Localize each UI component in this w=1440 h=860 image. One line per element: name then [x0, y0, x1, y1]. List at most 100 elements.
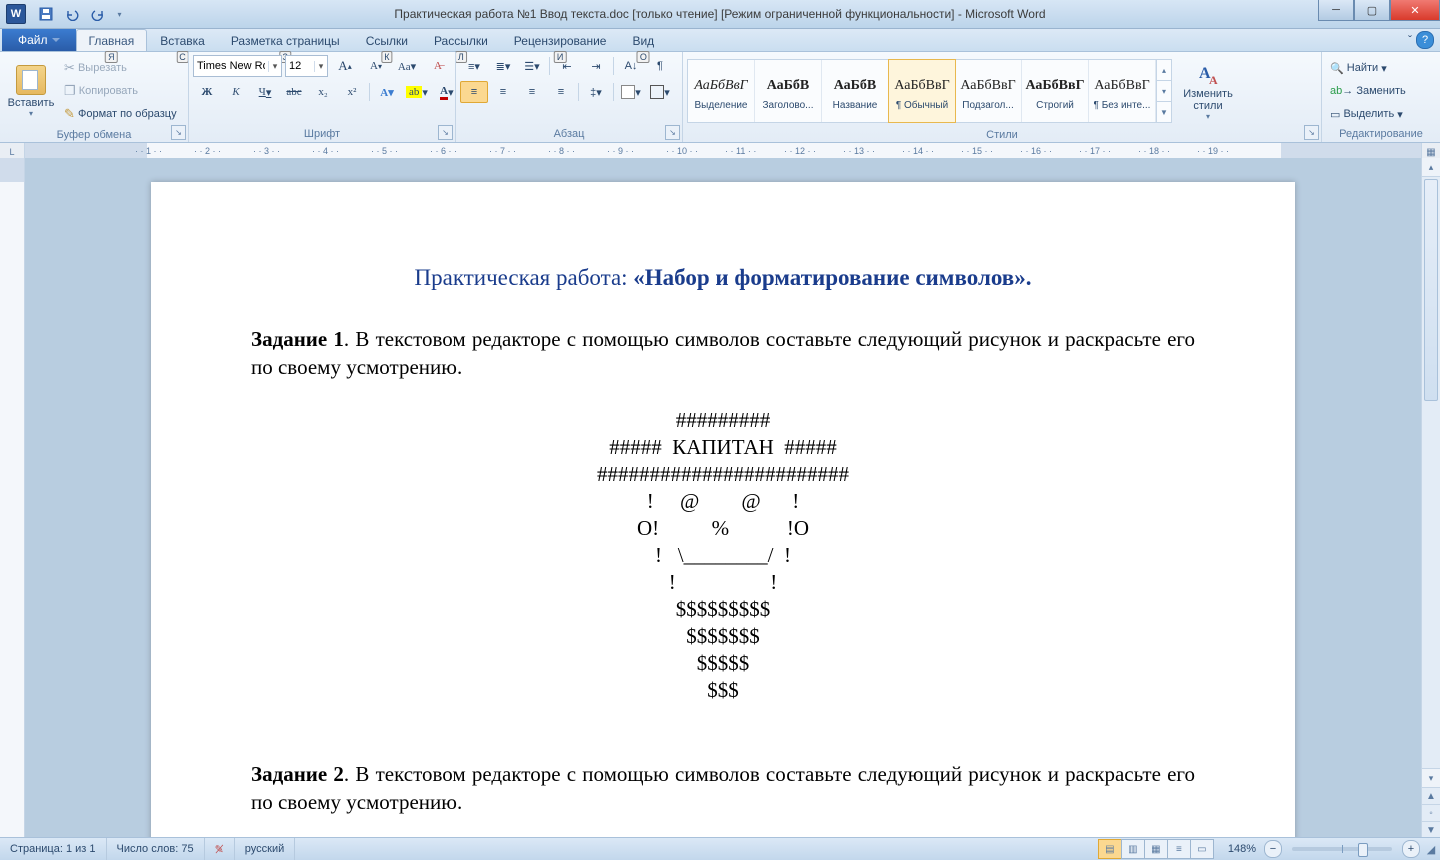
help-icon[interactable]: ?	[1416, 31, 1434, 49]
status-words[interactable]: Число слов: 75	[107, 838, 205, 860]
underline-button[interactable]: Ч▾	[251, 81, 279, 103]
font-size-input[interactable]	[286, 60, 314, 72]
change-case-button[interactable]: Aa▾	[393, 55, 421, 77]
font-size-combo[interactable]: ▾	[285, 55, 328, 77]
style-item[interactable]: АаБбВвГ¶ Без инте...	[1089, 60, 1156, 122]
subscript-button[interactable]: x₂	[309, 81, 337, 103]
qat-customize-icon[interactable]: ▾	[112, 3, 127, 25]
highlight-button[interactable]: ab▾	[402, 81, 432, 103]
tab-mailings[interactable]: РассылкиЛ	[421, 29, 501, 51]
zoom-in-button[interactable]: +	[1402, 840, 1420, 858]
replace-button[interactable]: ab→ Заменить	[1326, 80, 1410, 102]
qat-undo-icon[interactable]	[60, 3, 84, 25]
status-page[interactable]: Страница: 1 из 1	[0, 838, 107, 860]
tab-review[interactable]: РецензированиеИ	[501, 29, 620, 51]
view-print-layout-icon[interactable]: ▤	[1098, 839, 1122, 859]
tab-home[interactable]: ГлавнаяЯ	[76, 29, 148, 51]
zoom-knob[interactable]	[1358, 843, 1368, 857]
select-button[interactable]: ▭ Выделить ▾	[1326, 103, 1407, 125]
text-effects-button[interactable]: A▾	[373, 81, 401, 103]
view-web-icon[interactable]: ▦	[1144, 839, 1168, 859]
group-clipboard-label: Буфер обмена	[4, 127, 184, 143]
view-full-read-icon[interactable]: ▥	[1121, 839, 1145, 859]
view-outline-icon[interactable]: ≡	[1167, 839, 1191, 859]
copy-button[interactable]: Копировать	[60, 80, 142, 102]
numbering-button[interactable]: ≣▾	[489, 55, 517, 77]
find-button[interactable]: 🔍 Найти ▾	[1326, 57, 1391, 79]
minimize-button[interactable]: ─	[1318, 0, 1354, 21]
align-right-button[interactable]: ≡	[518, 81, 546, 103]
resize-grip-icon[interactable]: ◢	[1422, 843, 1440, 856]
format-painter-button[interactable]: Формат по образцу	[60, 103, 181, 125]
document-area[interactable]: Практическая работа: «Набор и форматиров…	[25, 158, 1421, 838]
prev-page-icon[interactable]: ▲	[1422, 787, 1440, 804]
gallery-up-icon[interactable]: ▴	[1157, 60, 1171, 80]
styles-launcher-icon[interactable]: ↘	[1304, 125, 1319, 140]
vertical-ruler[interactable]	[0, 158, 25, 838]
paste-button[interactable]: Вставить ▾	[4, 55, 58, 127]
style-item[interactable]: АаБбВвГПодзагол...	[955, 60, 1022, 122]
close-button[interactable]: ✕	[1390, 0, 1440, 21]
group-clipboard: Вставить ▾ Вырезать Копировать Формат по…	[0, 52, 189, 142]
indent-increase-button[interactable]: ⇥	[582, 55, 610, 77]
grow-font-button[interactable]: A▴	[331, 55, 359, 77]
style-item[interactable]: АаБбВвГСтрогий	[1022, 60, 1089, 122]
chevron-down-icon[interactable]: ▾	[314, 61, 327, 72]
scroll-up-icon[interactable]: ▴	[1422, 158, 1440, 177]
tab-view[interactable]: ВидО	[619, 29, 667, 51]
paragraph-launcher-icon[interactable]: ↘	[665, 125, 680, 140]
tab-page-layout[interactable]: Разметка страницыЗ	[218, 29, 353, 51]
line-spacing-button[interactable]: ‡▾	[582, 81, 610, 103]
align-center-button[interactable]: ≡	[489, 81, 517, 103]
italic-button[interactable]: К	[222, 81, 250, 103]
zoom-out-button[interactable]: −	[1264, 840, 1282, 858]
font-name-input[interactable]	[194, 60, 268, 72]
font-name-combo[interactable]: ▾	[193, 55, 282, 77]
scroll-track[interactable]	[1422, 177, 1440, 768]
show-marks-button[interactable]: ¶	[646, 55, 674, 77]
status-lang[interactable]: русский	[235, 838, 295, 860]
style-item[interactable]: АаБбВвГ¶ Обычный	[888, 59, 956, 123]
qat-redo-icon[interactable]	[86, 3, 110, 25]
minimize-ribbon-icon[interactable]: ˇ	[1408, 33, 1412, 47]
zoom-slider[interactable]	[1292, 847, 1392, 851]
tab-insert[interactable]: ВставкаС	[147, 29, 218, 51]
gallery-more-icon[interactable]: ▼	[1157, 101, 1171, 122]
style-item[interactable]: АаБбВНазвание	[822, 60, 889, 122]
style-item[interactable]: АаБбВвГВыделение	[688, 60, 755, 122]
scroll-thumb[interactable]	[1424, 179, 1438, 401]
align-left-button[interactable]: ≡	[460, 81, 488, 103]
style-item[interactable]: АаБбВЗаголово...	[755, 60, 822, 122]
clear-format-button[interactable]: A̶	[424, 55, 452, 77]
tab-references[interactable]: СсылкиК	[353, 29, 421, 51]
sort-button[interactable]: A↓	[617, 55, 645, 77]
borders-button[interactable]: ▾	[646, 81, 674, 103]
bold-button[interactable]: Ж	[193, 81, 221, 103]
shrink-font-button[interactable]: A▾	[362, 55, 390, 77]
qat-save-icon[interactable]	[34, 3, 58, 25]
indent-decrease-button[interactable]: ⇤	[553, 55, 581, 77]
multilevel-button[interactable]: ☰▾	[518, 55, 546, 77]
strikethrough-button[interactable]: abc	[280, 81, 308, 103]
style-name: ¶ Без инте...	[1094, 100, 1151, 111]
align-justify-button[interactable]: ≡	[547, 81, 575, 103]
tab-file[interactable]: Файл	[2, 29, 76, 51]
cut-button[interactable]: Вырезать	[60, 57, 131, 79]
page[interactable]: Практическая работа: «Набор и форматиров…	[151, 182, 1295, 838]
maximize-button[interactable]: ▢	[1354, 0, 1390, 21]
gallery-down-icon[interactable]: ▾	[1157, 80, 1171, 101]
superscript-button[interactable]: x²	[338, 81, 366, 103]
browse-object-icon[interactable]: ◦	[1422, 804, 1440, 821]
chevron-down-icon[interactable]: ▾	[268, 61, 281, 72]
font-launcher-icon[interactable]: ↘	[438, 125, 453, 140]
bullets-button[interactable]: ≡▾	[460, 55, 488, 77]
change-styles-button[interactable]: AA Изменить стили ▾	[1174, 55, 1242, 127]
shading-button[interactable]: ▾	[617, 81, 645, 103]
view-draft-icon[interactable]: ▭	[1190, 839, 1214, 859]
zoom-level[interactable]: 148%	[1222, 843, 1262, 855]
tab-file-label: Файл	[18, 33, 48, 47]
scroll-down-icon[interactable]: ▾	[1422, 768, 1440, 787]
status-proof[interactable]: ✎̸	[205, 838, 235, 860]
next-page-icon[interactable]: ▼	[1422, 821, 1440, 838]
clipboard-launcher-icon[interactable]: ↘	[171, 125, 186, 140]
